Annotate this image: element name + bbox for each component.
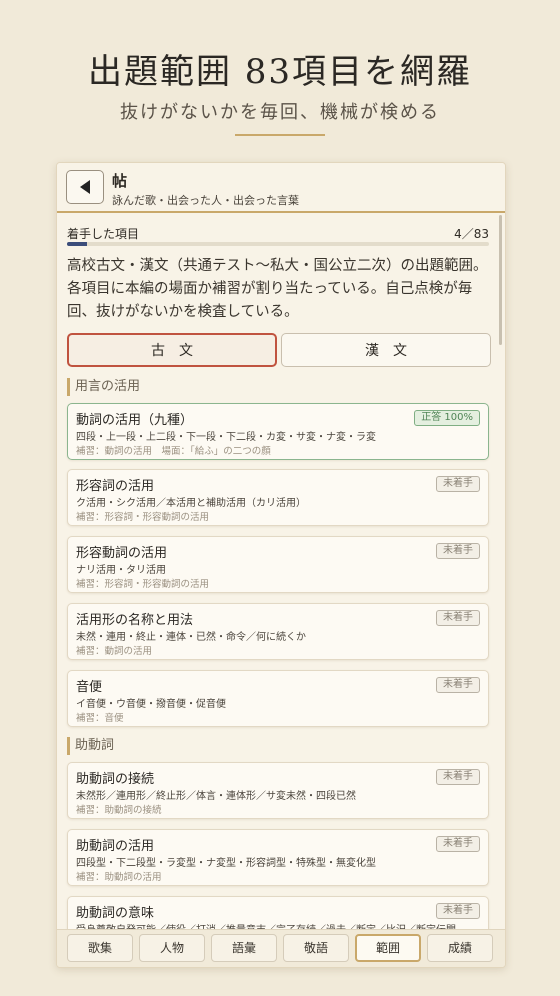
status-badge: 未着手 <box>436 610 480 626</box>
item-reference: 補習：動詞の活用 <box>76 646 153 657</box>
item-reference: 補習：形容詞・形容動詞の活用 <box>76 512 210 523</box>
content-scroll-area[interactable]: 着手した項目 4／83 高校古文・漢文（共通テスト〜私大・国公立二次）の出題範囲… <box>57 215 505 929</box>
tab-hanni[interactable]: 範囲 <box>355 934 421 962</box>
tab-seiseki[interactable]: 成績 <box>427 934 493 962</box>
item-title: 形容動詞の活用 <box>76 546 168 561</box>
hero-subtitle: 抜けがないかを毎回、機械が検める <box>120 102 440 123</box>
list-item[interactable]: 音便 イ音便・ウ音便・撥音便・促音便 補習：音便 未着手 <box>67 670 489 727</box>
item-description: 未然・連用・終止・連体・已然・命令／何に続くか <box>76 632 306 643</box>
list-item[interactable]: 動詞の活用（九種） 四段・上一段・上二段・下一段・下二段・カ変・サ変・ナ変・ラ変… <box>67 403 489 460</box>
page-title: 帖 <box>112 172 128 190</box>
list-item[interactable]: 助動詞の活用 四段型・下二段型・ラ変型・ナ変型・形容詞型・特殊型・無変化型 補習… <box>67 829 489 886</box>
list-item[interactable]: 形容詞の活用 ク活用・シク活用／本活用と補助活用（カリ活用） 補習：形容詞・形容… <box>67 469 489 526</box>
item-description: 四段型・下二段型・ラ変型・ナ変型・形容詞型・特殊型・無変化型 <box>76 858 376 869</box>
status-badge: 未着手 <box>436 836 480 852</box>
item-title: 動詞の活用（九種） <box>76 413 194 428</box>
progress-bar <box>67 242 489 246</box>
item-title: 助動詞の意味 <box>76 906 155 921</box>
item-title: 音便 <box>76 680 103 695</box>
segment-kobun-button[interactable]: 古文 <box>67 333 277 367</box>
triangle-left-icon <box>80 180 90 194</box>
item-reference: 補習：助動詞の活用 <box>76 872 162 883</box>
status-badge: 未着手 <box>436 769 480 785</box>
status-badge: 未着手 <box>436 543 480 559</box>
back-button[interactable] <box>66 170 104 204</box>
list-item[interactable]: 助動詞の意味 受身尊敬自発可能／使役／打消／推量意志／完了存続／過去／断定／比況… <box>67 896 489 929</box>
item-description: ナリ活用・タリ活用 <box>76 565 166 576</box>
status-badge: 未着手 <box>436 677 480 693</box>
hero-divider <box>235 134 325 136</box>
item-title: 活用形の名称と用法 <box>76 613 194 628</box>
item-reference: 補習：音便 <box>76 713 124 724</box>
item-reference: 補習：助動詞の接続 <box>76 805 162 816</box>
section-heading: 助動詞 <box>67 737 114 755</box>
item-description: 四段・上一段・上二段・下一段・下二段・カ変・サ変・ナ変・ラ変 <box>76 432 376 443</box>
progress-label: 着手した項目 <box>67 227 140 241</box>
progress-count: 4／83 <box>454 227 489 241</box>
bottom-tab-bar: 歌集 人物 語彙 敬語 範囲 成績 <box>57 929 505 967</box>
status-badge: 正答 100% <box>414 410 480 426</box>
tab-jinbutsu[interactable]: 人物 <box>139 934 205 962</box>
list-item[interactable]: 形容動詞の活用 ナリ活用・タリ活用 補習：形容詞・形容動詞の活用 未着手 <box>67 536 489 593</box>
section-heading: 用言の活用 <box>67 378 140 396</box>
item-description: 未然形／連用形／終止形／体言・連体形／サ変未然・四段已然 <box>76 791 356 802</box>
tab-goi[interactable]: 語彙 <box>211 934 277 962</box>
segment-kanbun-button[interactable]: 漢文 <box>281 333 491 367</box>
status-badge: 未着手 <box>436 903 480 919</box>
item-reference: 補習：動詞の活用 場面：「給ふ」の二つの顔 <box>76 446 271 457</box>
item-description: イ音便・ウ音便・撥音便・促音便 <box>76 699 226 710</box>
item-description: ク活用・シク活用／本活用と補助活用（カリ活用） <box>76 498 306 509</box>
item-title: 助動詞の接続 <box>76 772 155 787</box>
list-item[interactable]: 助動詞の接続 未然形／連用形／終止形／体言・連体形／サ変未然・四段已然 補習：助… <box>67 762 489 819</box>
intro-text: 高校古文・漢文（共通テスト〜私大・国公立二次）の出題範囲。各項目に本編の場面か補… <box>67 258 488 320</box>
item-description: 受身尊敬自発可能／使役／打消／推量意志／完了存続／過去／断定／比況／断定伝聞 <box>76 921 456 929</box>
item-reference: 補習：形容詞・形容動詞の活用 <box>76 579 210 590</box>
list-item[interactable]: 活用形の名称と用法 未然・連用・終止・連体・已然・命令／何に続くか 補習：動詞の… <box>67 603 489 660</box>
status-badge: 未着手 <box>436 476 480 492</box>
tab-keigo[interactable]: 敬語 <box>283 934 349 962</box>
app-panel: 帖 詠んだ歌・出会った人・出会った言葉 着手した項目 4／83 高校古文・漢文（… <box>56 162 506 968</box>
item-title: 形容詞の活用 <box>76 479 155 494</box>
scrollbar[interactable] <box>499 215 502 345</box>
item-title: 助動詞の活用 <box>76 839 155 854</box>
hero-title: 出題範囲 83項目を網羅 <box>87 52 473 92</box>
progress-bar-fill <box>67 242 88 246</box>
page-subtitle: 詠んだ歌・出会った人・出会った言葉 <box>112 194 299 207</box>
panel-header: 帖 詠んだ歌・出会った人・出会った言葉 <box>57 163 505 213</box>
tab-kashu[interactable]: 歌集 <box>67 934 133 962</box>
